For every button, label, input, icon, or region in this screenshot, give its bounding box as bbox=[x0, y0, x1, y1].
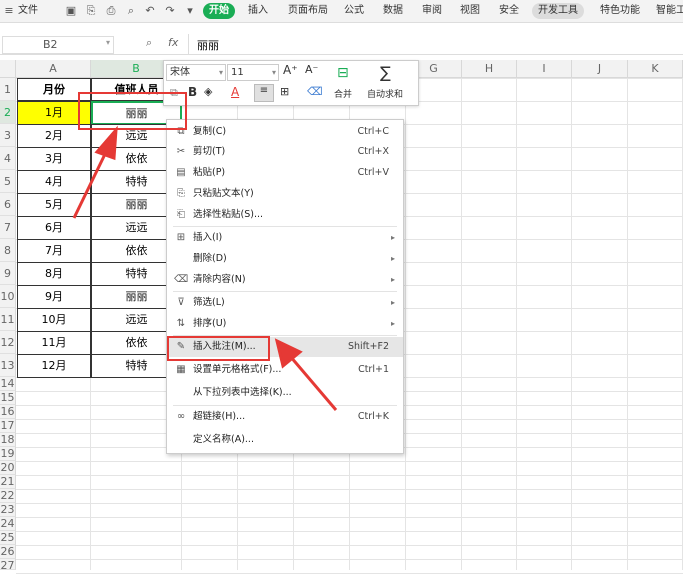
annotation-arrows bbox=[72, 125, 338, 411]
arrow-head-cell bbox=[94, 125, 118, 161]
arrow-line-cell bbox=[72, 149, 109, 219]
arrow-line-menu bbox=[288, 355, 338, 411]
